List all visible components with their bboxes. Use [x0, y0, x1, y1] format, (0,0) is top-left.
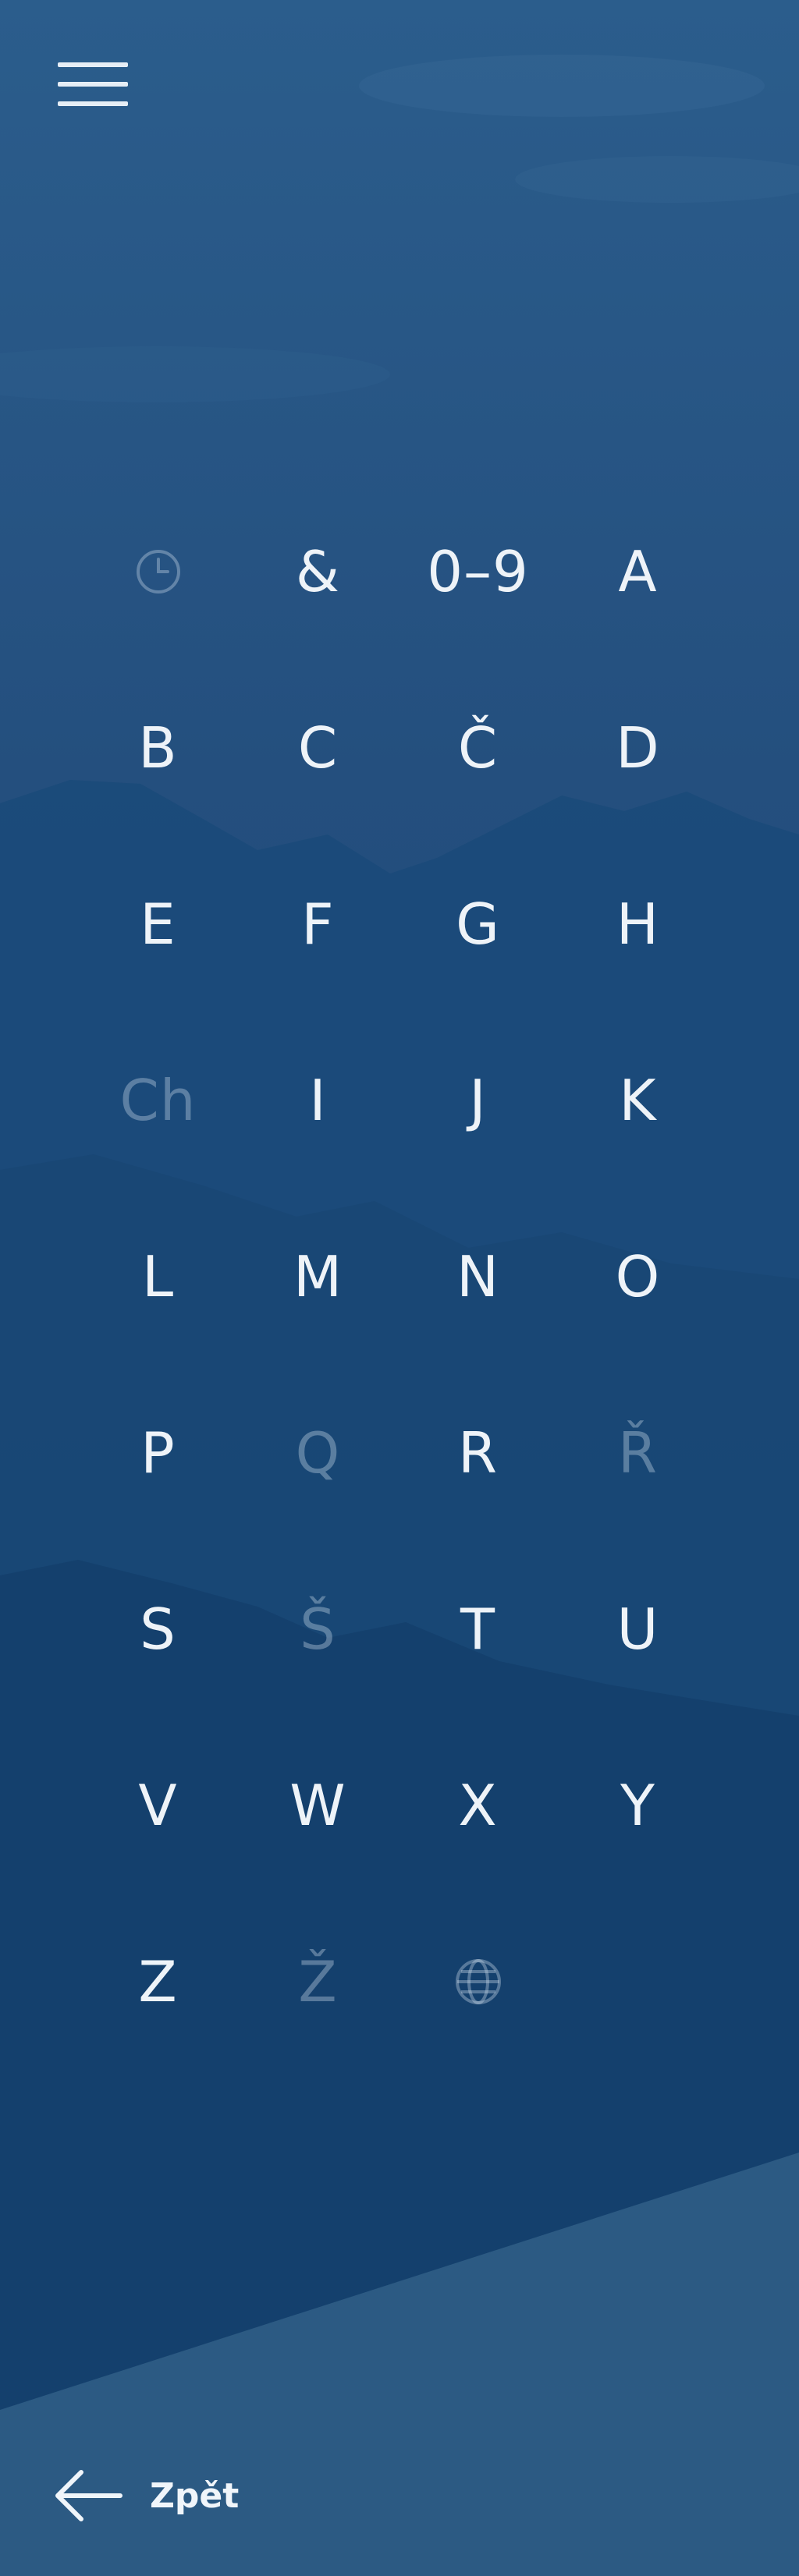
- index-letter[interactable]: 0–9: [398, 484, 558, 660]
- index-letter[interactable]: &: [238, 484, 398, 660]
- index-letter[interactable]: U: [558, 1541, 718, 1717]
- back-label: Zpět: [150, 2475, 240, 2516]
- index-letter[interactable]: Z: [78, 1894, 238, 2070]
- index-letter[interactable]: W: [238, 1717, 398, 1894]
- back-button[interactable]: Zpět: [53, 2457, 239, 2535]
- hamburger-line: [58, 82, 128, 87]
- globe-icon: [453, 1956, 504, 2007]
- index-letter[interactable]: G: [398, 836, 558, 1012]
- index-letter[interactable]: E: [78, 836, 238, 1012]
- hamburger-line: [58, 101, 128, 106]
- hamburger-line: [58, 62, 128, 67]
- index-letter[interactable]: S: [78, 1541, 238, 1717]
- index-letter[interactable]: I: [238, 1012, 398, 1189]
- index-letter: Ř: [617, 1420, 659, 1486]
- index-letter[interactable]: M: [238, 1189, 398, 1365]
- hamburger-menu-icon[interactable]: [58, 62, 128, 106]
- index-letter: Q: [295, 1420, 341, 1486]
- clock-icon: [133, 547, 183, 597]
- index-letter[interactable]: K: [558, 1012, 718, 1189]
- index-letter: Ž: [298, 1949, 338, 2014]
- index-letter[interactable]: X: [398, 1717, 558, 1894]
- index-letter[interactable]: O: [558, 1189, 718, 1365]
- index-letter[interactable]: J: [398, 1012, 558, 1189]
- index-letter: Š: [300, 1596, 336, 1662]
- index-letter[interactable]: C: [238, 660, 398, 836]
- index-letter[interactable]: L: [78, 1189, 238, 1365]
- index-letter[interactable]: N: [398, 1189, 558, 1365]
- index-letter[interactable]: Y: [558, 1717, 718, 1894]
- index-letter[interactable]: B: [78, 660, 238, 836]
- index-letter[interactable]: A: [558, 484, 718, 660]
- index-letter[interactable]: D: [558, 660, 718, 836]
- index-letter[interactable]: V: [78, 1717, 238, 1894]
- index-globe-cell: [398, 1894, 558, 2070]
- index-letter[interactable]: R: [398, 1365, 558, 1541]
- alphabet-index-grid: & 0–9 A B C Č D E F G H Ch I J K L M N O P Q R Ř S Š T U V W X Y Z Ž: [78, 484, 718, 2070]
- index-letter[interactable]: H: [558, 836, 718, 1012]
- index-clock-cell: [78, 484, 238, 660]
- index-letter[interactable]: Č: [398, 660, 558, 836]
- index-letter[interactable]: F: [238, 836, 398, 1012]
- index-letter: Ch: [119, 1068, 197, 1133]
- index-letter[interactable]: P: [78, 1365, 238, 1541]
- arrow-left-icon: [55, 2470, 123, 2521]
- index-letter[interactable]: T: [398, 1541, 558, 1717]
